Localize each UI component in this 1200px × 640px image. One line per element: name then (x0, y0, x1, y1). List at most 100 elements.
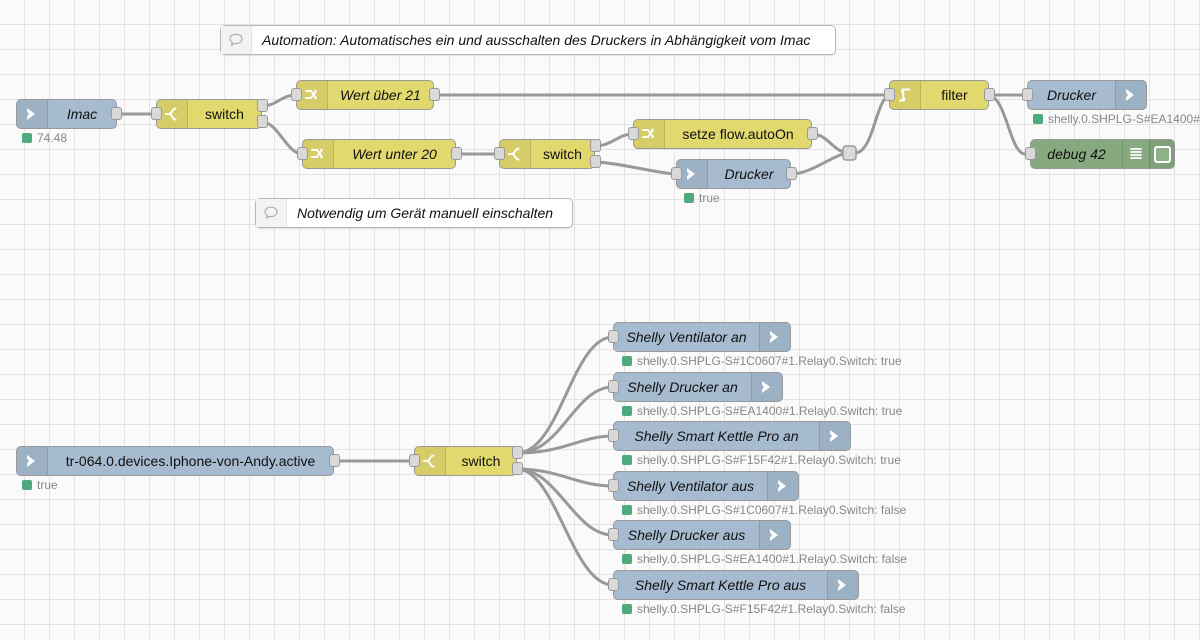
node-label: Wert unter 20 (352, 146, 437, 162)
node-shelly-smart-kettle-pro-an[interactable]: Shelly Smart Kettle Pro an (613, 421, 851, 451)
port-output-imac[interactable] (111, 107, 122, 120)
node-drucker-output[interactable]: Drucker (1027, 80, 1147, 110)
port-output1-switch-2[interactable] (590, 139, 601, 152)
arrow-right-icon (819, 422, 850, 450)
node-debug-42[interactable]: debug 42 (1030, 139, 1175, 169)
port-output2-switch-3[interactable] (512, 462, 523, 475)
status-drucker-output: shelly.0.SHPLG-S#EA1400# (1033, 112, 1200, 126)
node-label: debug 42 (1047, 146, 1106, 162)
wire-junction[interactable] (842, 145, 857, 161)
node-shelly-ventilator-aus[interactable]: Shelly Ventilator aus (613, 471, 799, 501)
status-dot (684, 193, 694, 203)
node-filter[interactable]: filter (889, 80, 989, 110)
status-text: shelly.0.SHPLG-S#EA1400# (1048, 112, 1200, 126)
node-label: filter (941, 87, 968, 103)
node-wert-ueber-21[interactable]: Wert über 21 (296, 80, 434, 110)
port-output-iphone-source[interactable] (329, 454, 340, 467)
port-output-drucker-middle[interactable] (786, 167, 797, 180)
node-imac[interactable]: Imac (16, 99, 117, 129)
status-dot (22, 133, 32, 143)
port-input-wert-ueber-21[interactable] (291, 88, 302, 101)
port-input-debug-42[interactable] (1025, 147, 1036, 160)
filter-step-glyph (899, 88, 911, 102)
arrow-right-icon (17, 100, 48, 128)
arrow-right-glyph (27, 455, 35, 467)
node-shelly-drucker-an[interactable]: Shelly Drucker an (613, 372, 783, 402)
flow-canvas[interactable]: Automation: Automatisches ein und aussch… (0, 0, 1200, 640)
comment-node-manuell[interactable]: Notwendig um Gerät manuell einschalten (255, 198, 573, 228)
node-wert-unter-20[interactable]: Wert unter 20 (302, 139, 456, 169)
port-input-shelly-drucker-an[interactable] (608, 380, 619, 393)
node-shelly-ventilator-an[interactable]: Shelly Ventilator an (613, 322, 791, 352)
node-label: Shelly Drucker aus (627, 527, 746, 543)
node-iphone-source[interactable]: tr-064.0.devices.Iphone-von-Andy.active (16, 446, 334, 476)
node-shelly-drucker-aus[interactable]: Shelly Drucker aus (613, 520, 791, 550)
status-dot (622, 406, 632, 416)
status-text: shelly.0.SHPLG-S#F15F42#1.Relay0.Switch:… (637, 453, 901, 467)
status-shelly-ventilator-an: shelly.0.SHPLG-S#1C0607#1.Relay0.Switch:… (622, 354, 902, 368)
node-switch-3[interactable]: switch (414, 446, 517, 476)
node-shelly-smart-kettle-pro-aus[interactable]: Shelly Smart Kettle Pro aus (613, 570, 859, 600)
node-switch-2[interactable]: switch (499, 139, 595, 169)
node-label: Wert über 21 (340, 87, 421, 103)
status-drucker-middle: true (684, 191, 720, 205)
node-label: switch (205, 106, 244, 122)
port-input-filter[interactable] (884, 88, 895, 101)
comment-icon (256, 199, 287, 227)
port-input-setze-flow-autoon[interactable] (628, 127, 639, 140)
node-label: Shelly Smart Kettle Pro aus (634, 577, 807, 593)
arrow-right-icon (1115, 81, 1146, 109)
status-text: shelly.0.SHPLG-S#F15F42#1.Relay0.Switch:… (637, 602, 906, 616)
port-output1-switch-1[interactable] (257, 99, 268, 112)
status-text: shelly.0.SHPLG-S#EA1400#1.Relay0.Switch:… (637, 404, 903, 418)
port-input-drucker-output[interactable] (1022, 88, 1033, 101)
arrow-right-glyph (838, 579, 846, 591)
node-switch-1[interactable]: switch (156, 99, 262, 129)
node-label: setze flow.autoOn (682, 126, 794, 142)
change-glyph (642, 128, 654, 139)
port-output-wert-ueber-21[interactable] (429, 88, 440, 101)
port-input-shelly-smart-kettle-pro-an[interactable] (608, 429, 619, 442)
arrow-right-glyph (1126, 89, 1134, 101)
wire-layer (115, 93, 1029, 587)
status-dot (1033, 114, 1043, 124)
port-input-shelly-ventilator-an[interactable] (608, 330, 619, 343)
arrow-right-icon (827, 571, 858, 599)
status-shelly-smart-kettle-pro-aus: shelly.0.SHPLG-S#F15F42#1.Relay0.Switch:… (622, 602, 906, 616)
arrow-right-icon (17, 447, 48, 475)
port-input-shelly-smart-kettle-pro-aus[interactable] (608, 578, 619, 591)
change-glyph (311, 148, 323, 159)
status-dot (622, 554, 632, 564)
port-output1-switch-3[interactable] (512, 446, 523, 459)
node-label: switch (543, 146, 582, 162)
node-setze-flow-autoon[interactable]: setze flow.autoOn (633, 119, 812, 149)
debug-toggle-button[interactable] (1149, 140, 1174, 168)
port-output2-switch-2[interactable] (590, 155, 601, 168)
arrow-right-icon (767, 472, 798, 500)
comment-node-automation[interactable]: Automation: Automatisches ein und aussch… (220, 25, 836, 55)
port-input-drucker-middle[interactable] (671, 167, 682, 180)
node-label: tr-064.0.devices.Iphone-von-Andy.active (65, 453, 316, 469)
comment-icon (221, 26, 252, 54)
port-output-wert-unter-20[interactable] (451, 147, 462, 160)
status-shelly-smart-kettle-pro-an: shelly.0.SHPLG-S#F15F42#1.Relay0.Switch:… (622, 453, 901, 467)
port-input-shelly-ventilator-aus[interactable] (608, 479, 619, 492)
port-input-wert-unter-20[interactable] (297, 147, 308, 160)
arrow-right-icon (751, 373, 782, 401)
port-output2-switch-1[interactable] (257, 115, 268, 128)
arrow-right-glyph (27, 108, 35, 120)
port-output-filter[interactable] (984, 88, 995, 101)
arrow-right-glyph (687, 168, 695, 180)
port-input-shelly-drucker-aus[interactable] (608, 528, 619, 541)
status-text: true (699, 191, 720, 205)
node-drucker-middle[interactable]: Drucker (676, 159, 791, 189)
port-input-switch-1[interactable] (151, 107, 162, 120)
status-dot (622, 356, 632, 366)
node-label: Shelly Ventilator an (626, 329, 747, 345)
change-glyph (305, 89, 317, 100)
port-input-switch-3[interactable] (409, 454, 420, 467)
status-dot (622, 604, 632, 614)
port-input-switch-2[interactable] (494, 147, 505, 160)
port-output-setze-flow-autoon[interactable] (807, 127, 818, 140)
switch-glyph (508, 147, 520, 161)
